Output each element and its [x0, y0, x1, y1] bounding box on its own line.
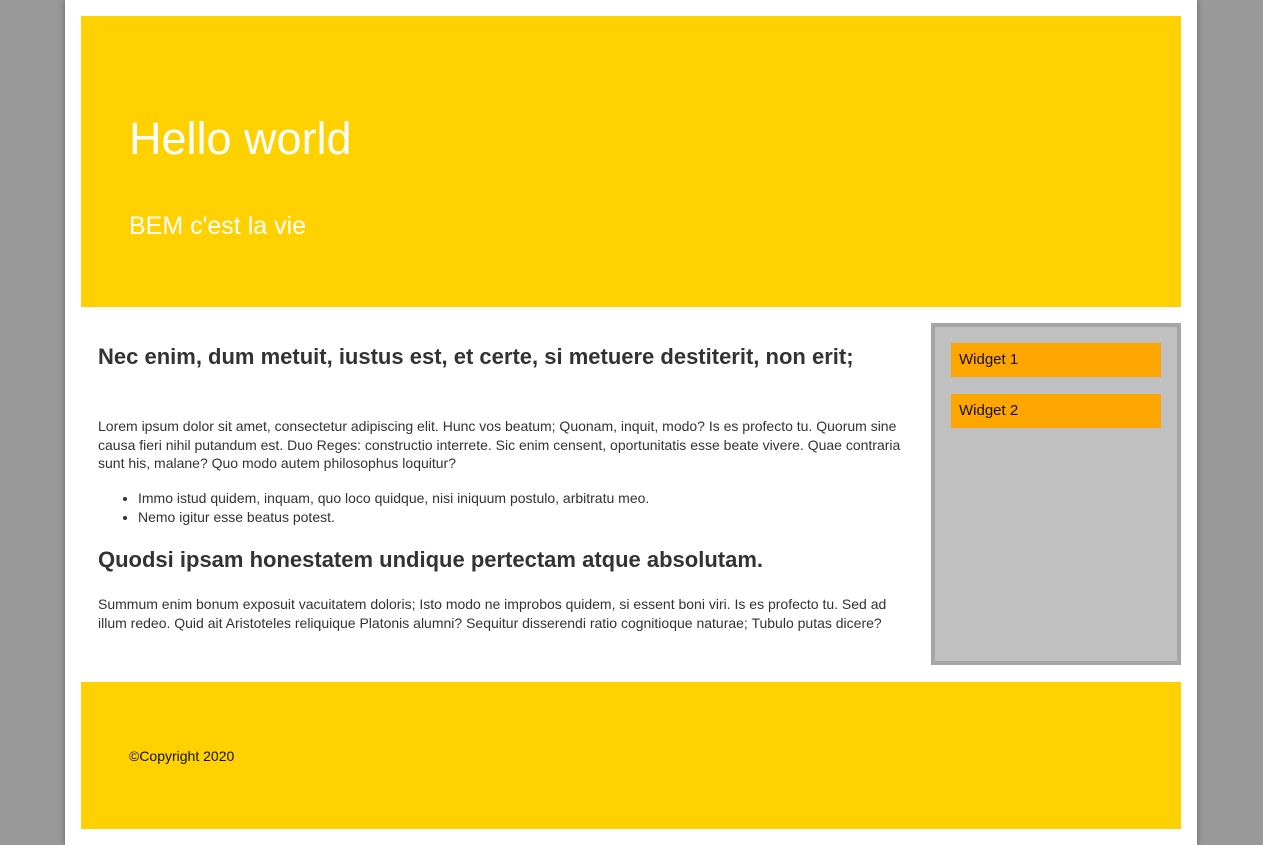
copyright-text: ©Copyright 2020 [129, 748, 235, 764]
page-subtitle: BEM c'est la vie [129, 212, 307, 240]
sidebar: Widget 1 Widget 2 [931, 323, 1181, 665]
main-content: Nec enim, dum metuit, iustus est, et cer… [98, 323, 908, 663]
widget-1[interactable]: Widget 1 [951, 343, 1161, 377]
section-heading-2: Quodsi ipsam honestatem undique pertecta… [98, 547, 764, 572]
section-heading-1: Nec enim, dum metuit, iustus est, et cer… [98, 344, 854, 369]
list-item: Nemo igitur esse beatus potest. [138, 508, 649, 527]
widget-2[interactable]: Widget 2 [951, 394, 1161, 428]
bullet-list: Immo istud quidem, inquam, quo loco quid… [98, 489, 649, 527]
site-footer: ©Copyright 2020 [81, 682, 1181, 829]
list-item: Immo istud quidem, inquam, quo loco quid… [138, 489, 649, 508]
page-title: Hello world [129, 113, 352, 164]
paragraph-1: Lorem ipsum dolor sit amet, consectetur … [98, 418, 901, 471]
site-header: Hello world BEM c'est la vie [81, 16, 1181, 307]
paragraph-2: Summum enim bonum exposuit vacuitatem do… [98, 596, 887, 631]
page-container: Hello world BEM c'est la vie Nec enim, d… [65, 0, 1197, 845]
